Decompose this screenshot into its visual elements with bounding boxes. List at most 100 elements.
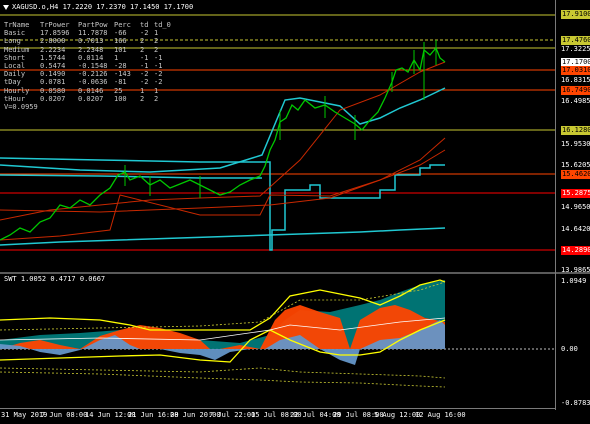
table-cell: 0.0580 — [40, 86, 66, 95]
table-row: Medium 2.2234 2.2348 101 2 2 — [4, 46, 172, 54]
table-cell: -66 — [114, 29, 127, 38]
time-label: 5 Aug 12:00 — [374, 411, 421, 419]
table-cell: Hourly — [4, 86, 30, 95]
table-cell: Long — [4, 37, 21, 46]
table-header-cell: PartPow — [78, 21, 108, 29]
price-label: 14.6420 — [561, 225, 590, 233]
table-cell: 1 — [154, 86, 159, 95]
sub-scale-label: 1.0949 — [561, 277, 587, 285]
table-cell: -0.1548 — [78, 62, 108, 71]
v-label-row: V=0.0959 — [4, 103, 172, 111]
table-cell: -81 — [114, 78, 127, 87]
ma-cyan-flat — [0, 174, 262, 179]
chart-title: XAGUSD.o,H4 17.2220 17.2370 17.1450 17.1… — [3, 3, 193, 11]
time-label: 12 Aug 16:00 — [415, 411, 466, 419]
panel-divider[interactable] — [0, 272, 590, 274]
table-cell: 0.0207 — [78, 94, 104, 103]
price-label-highlight: 15.4620 — [561, 170, 590, 179]
table-cell: 0.0781 — [40, 78, 66, 87]
price-label-highlight: 16.1280 — [561, 126, 590, 135]
chart-title-text: XAGUSD.o,H4 17.2220 17.2370 17.1450 17.1… — [12, 3, 194, 11]
table-row: Long 2.8000 0.7013 166 2 2 — [4, 37, 172, 45]
table-cell: -1 — [140, 62, 149, 71]
table-cell: 11.7878 — [78, 29, 108, 38]
table-cell: tHour — [4, 94, 26, 103]
price-label: 16.4985 — [561, 97, 590, 105]
table-cell: -2 — [140, 78, 149, 87]
table-cell: -0.2126 — [78, 70, 108, 79]
table-cell: Daily — [4, 70, 26, 79]
table-header-cell: TrName — [4, 21, 30, 29]
table-cell: -0.0636 — [78, 78, 108, 87]
table-cell: 2 — [140, 45, 145, 54]
table-cell: Basic — [4, 29, 26, 38]
v-label: V=0.0959 — [4, 103, 38, 112]
price-label-highlight: 16.7490 — [561, 86, 590, 95]
price-label: 15.9530 — [561, 140, 590, 148]
table-cell: -1 — [154, 62, 163, 71]
table-cell: 1.5744 — [40, 53, 66, 62]
table-cell: 0.0146 — [78, 86, 104, 95]
sub-line-band-bottom2 — [0, 367, 446, 379]
table-cell: -1 — [154, 53, 163, 62]
table-cell: -2 — [154, 78, 163, 87]
price-label-highlight: 17.9100 — [561, 10, 590, 19]
table-header-cell: TrPower — [40, 21, 70, 29]
table-cell: 2.8000 — [40, 37, 66, 46]
table-header-cell: td_0 — [154, 21, 171, 29]
table-row: tHour 0.0207 0.0207 100 2 2 — [4, 95, 172, 103]
table-cell: -2 — [140, 29, 149, 38]
table-cell: 17.8596 — [40, 29, 70, 38]
table-cell: 2.2234 — [40, 45, 66, 54]
table-cell: 2 — [140, 94, 145, 103]
price-label-highlight: 14.2890 — [561, 246, 590, 255]
table-cell: 0.1490 — [40, 70, 66, 79]
table-cell: -28 — [114, 62, 127, 71]
price-label-highlight: 15.2875 — [561, 189, 590, 198]
table-cell: Short — [4, 53, 26, 62]
price-label-highlight: 17.4760 — [561, 36, 590, 45]
sub-scale-label: -0.8783 — [561, 399, 590, 407]
table-cell: -2 — [154, 70, 163, 79]
sub-line-band-bottom — [0, 371, 446, 388]
chart-window[interactable]: XAGUSD.o,H4 17.2220 17.2370 17.1450 17.1… — [0, 0, 590, 423]
table-cell: Local — [4, 62, 26, 71]
table-cell: 2.2348 — [78, 45, 104, 54]
table-cell: Medium — [4, 45, 30, 54]
table-cell: 0.0207 — [40, 94, 66, 103]
table-cell: 0.7013 — [78, 37, 104, 46]
table-cell: 100 — [114, 94, 127, 103]
table-cell: -2 — [140, 70, 149, 79]
ma-red-2 — [0, 137, 446, 241]
table-cell: -143 — [114, 70, 131, 79]
table-row: tDay 0.0781 -0.0636 -81 -2 -2 — [4, 78, 172, 86]
time-label: 7 Jun 08:00 — [41, 411, 88, 419]
trend-power-table: TrName TrPower PartPow Perc td td_0 Basi… — [4, 21, 172, 111]
table-header-cell: td — [140, 21, 149, 29]
table-cell: 166 — [114, 37, 127, 46]
price-label: 13.9865 — [561, 266, 590, 274]
table-header-row: TrName TrPower PartPow Perc td td_0 — [4, 21, 172, 29]
table-cell: 2 — [154, 45, 159, 54]
table-cell: tDay — [4, 78, 21, 87]
sub-scale-label: 0.00 — [561, 345, 578, 353]
table-row: Local 0.5474 -0.1548 -28 -1 -1 — [4, 62, 172, 70]
table-header-cell: Perc — [114, 21, 131, 29]
sub-chart-title: SWT 1.0052 0.4717 0.0667 — [4, 275, 106, 283]
table-cell: 1 — [114, 53, 119, 62]
table-cell: 1 — [140, 86, 145, 95]
table-cell: 1 — [154, 29, 159, 38]
dropdown-triangle-icon[interactable] — [3, 4, 9, 10]
price-label: 17.3225 — [561, 45, 590, 53]
price-label-highlight: 17.0310 — [561, 66, 590, 75]
table-cell: 0.5474 — [40, 62, 66, 71]
time-label: 7 Jul 22:00 — [209, 411, 256, 419]
table-cell: 2 — [154, 37, 159, 46]
table-row: Hourly 0.0580 0.0146 25 1 1 — [4, 87, 172, 95]
table-cell: 2 — [154, 94, 159, 103]
table-cell: 25 — [114, 86, 123, 95]
table-cell: 0.0114 — [78, 53, 104, 62]
table-row: Daily 0.1490 -0.2126 -143 -2 -2 — [4, 70, 172, 78]
table-cell: 101 — [114, 45, 127, 54]
price-label: 15.6205 — [561, 161, 590, 169]
